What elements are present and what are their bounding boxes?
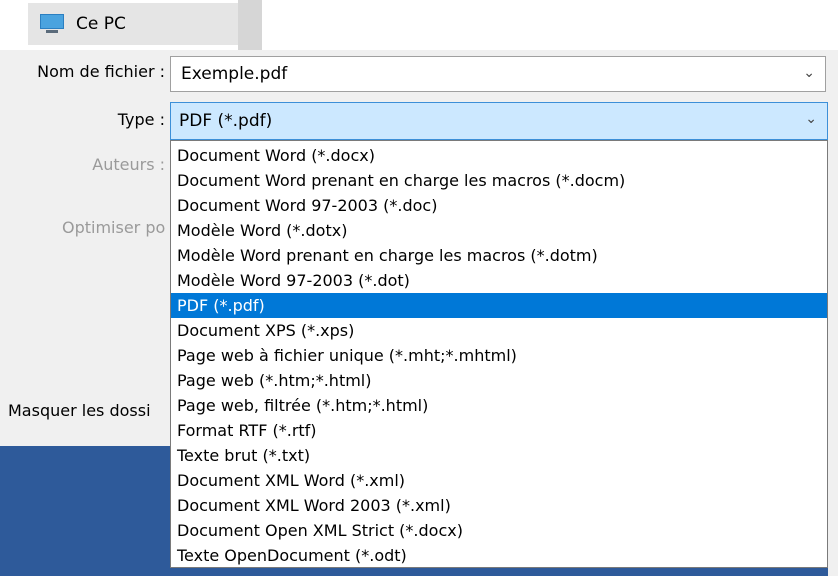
file-type-select[interactable]: PDF (*.pdf) ⌄ xyxy=(170,102,828,140)
filename-field[interactable]: Exemple.pdf ⌄ xyxy=(170,56,826,92)
dropdown-option[interactable]: Modèle Word 97-2003 (*.dot) xyxy=(171,268,827,293)
dialog-labels: Nom de fichier : Type : Auteurs : Optimi… xyxy=(0,0,170,576)
dropdown-option[interactable]: Texte brut (*.txt) xyxy=(171,443,827,468)
dropdown-option[interactable]: Document XML Word (*.xml) xyxy=(171,468,827,493)
nav-scrollbar[interactable] xyxy=(238,0,262,50)
dropdown-option[interactable]: Document Open XML Strict (*.docx) xyxy=(171,518,827,543)
dropdown-option[interactable]: Page web, filtrée (*.htm;*.html) xyxy=(171,393,827,418)
dropdown-option[interactable]: Document XPS (*.xps) xyxy=(171,318,827,343)
dropdown-option[interactable]: Page web (*.htm;*.html) xyxy=(171,368,827,393)
dropdown-option[interactable]: Format RTF (*.rtf) xyxy=(171,418,827,443)
dropdown-option[interactable]: Document Word prenant en charge les macr… xyxy=(171,168,827,193)
filename-label: Nom de fichier : xyxy=(37,62,165,81)
authors-label: Auteurs : xyxy=(92,155,165,174)
file-type-value: PDF (*.pdf) xyxy=(179,111,273,131)
hide-folders-button[interactable]: Masquer les dossi xyxy=(8,401,151,420)
file-type-dropdown-list: Document Word (*.docx) Document Word pren… xyxy=(170,140,828,568)
chevron-down-icon[interactable]: ⌄ xyxy=(803,65,815,81)
chevron-down-icon[interactable]: ⌄ xyxy=(805,111,817,127)
optimize-label: Optimiser po xyxy=(62,218,166,237)
dropdown-option[interactable]: Document XML Word 2003 (*.xml) xyxy=(171,493,827,518)
type-label: Type : xyxy=(117,110,165,129)
dropdown-option[interactable]: Modèle Word (*.dotx) xyxy=(171,218,827,243)
dropdown-option[interactable]: Document Word (*.docx) xyxy=(171,143,827,168)
dropdown-option[interactable]: Texte OpenDocument (*.odt) xyxy=(171,543,827,568)
dropdown-option[interactable]: Document Word 97-2003 (*.doc) xyxy=(171,193,827,218)
filename-value: Exemple.pdf xyxy=(181,64,288,84)
dialog-edge xyxy=(828,446,838,576)
dropdown-option[interactable]: Modèle Word prenant en charge les macros… xyxy=(171,243,827,268)
dropdown-option[interactable]: Page web à fichier unique (*.mht;*.mhtml… xyxy=(171,343,827,368)
dropdown-option[interactable]: PDF (*.pdf) xyxy=(171,293,827,318)
